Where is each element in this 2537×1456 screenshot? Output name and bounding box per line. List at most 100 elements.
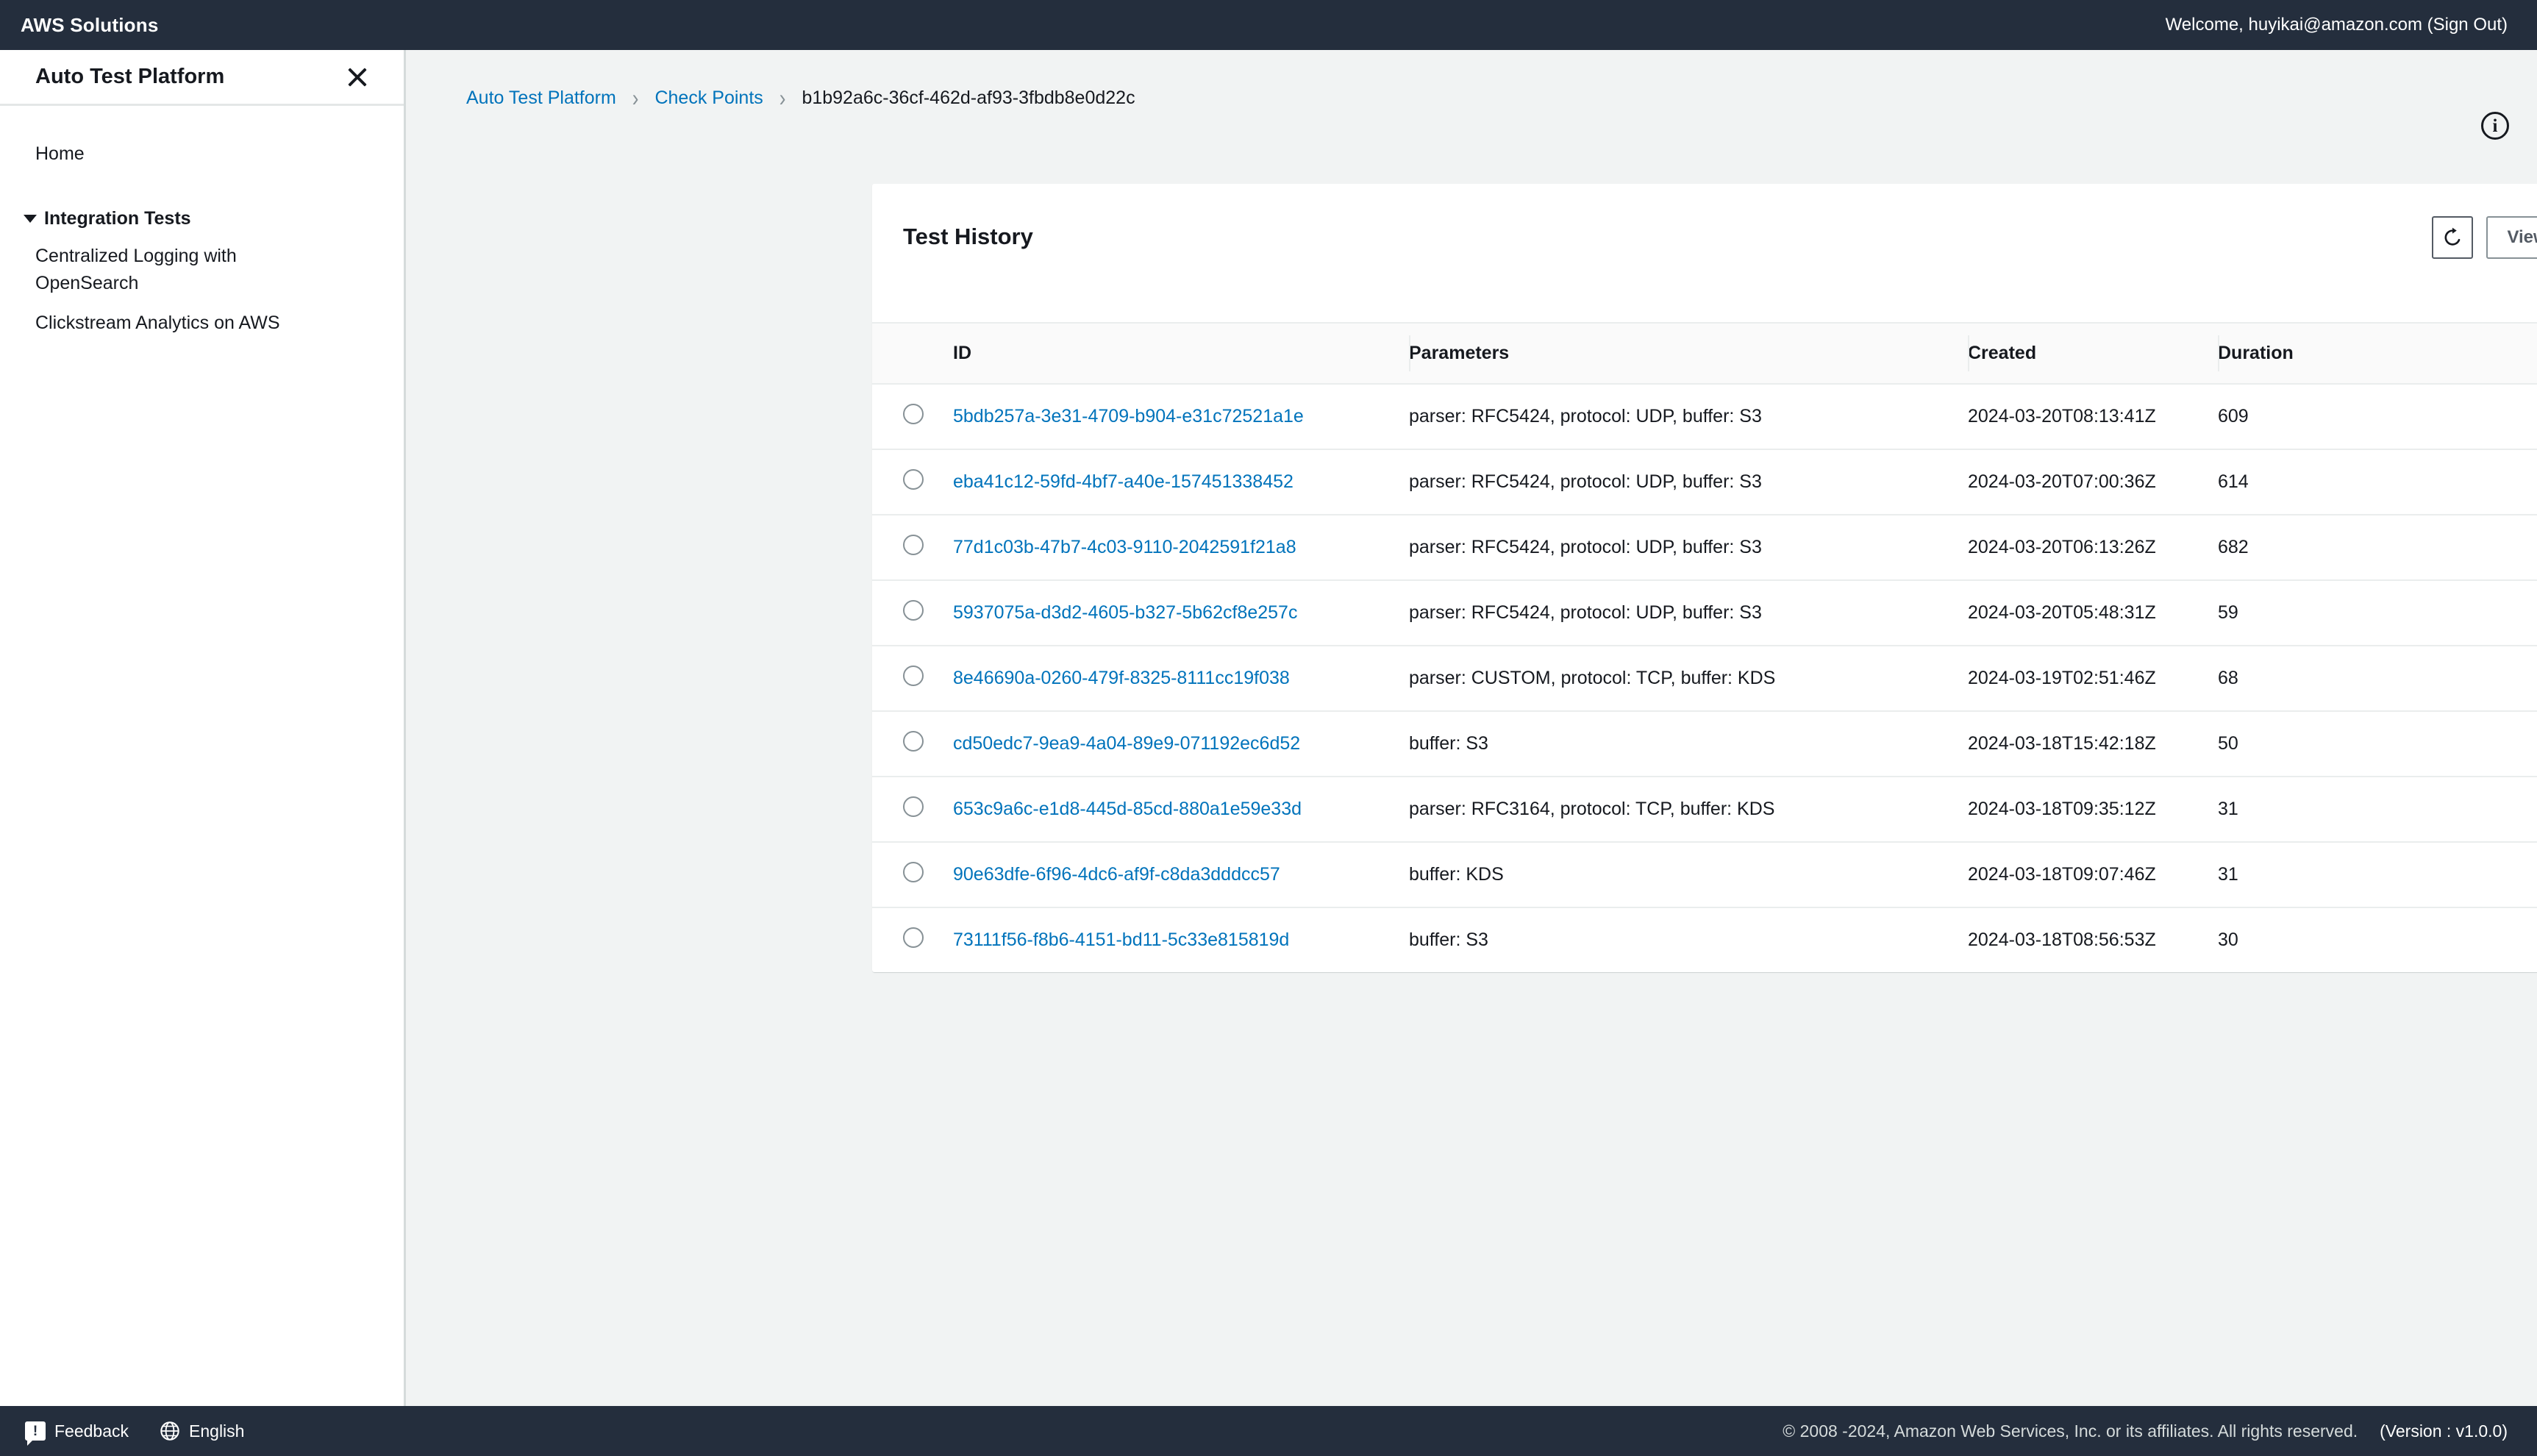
cell-id: eba41c12-59fd-4bf7-a40e-157451338452 <box>953 449 1409 515</box>
table-row: 653c9a6c-e1d8-445d-85cd-880a1e59e33d pars… <box>872 777 2537 843</box>
cell-id: 90e63dfe-6f96-4dc6-af9f-c8da3dddcc57 <box>953 842 1409 908</box>
test-id-link[interactable]: 90e63dfe-6f96-4dc6-af9f-c8da3dddcc57 <box>953 864 1280 885</box>
refresh-button[interactable] <box>2432 216 2474 259</box>
cell-id: 77d1c03b-47b7-4c03-9110-2042591f21a8 <box>953 515 1409 581</box>
cell-created: 2024-03-20T05:48:31Z <box>1968 580 2218 646</box>
feedback-label: Feedback <box>54 1421 129 1441</box>
row-radio-button[interactable] <box>903 404 924 424</box>
language-label: English <box>189 1421 245 1441</box>
welcome-user-signout[interactable]: Welcome, huyikai@amazon.com (Sign Out) <box>2166 15 2508 35</box>
cell-id: 5937075a-d3d2-4605-b327-5b62cf8e257c <box>953 580 1409 646</box>
test-id-link[interactable]: 5937075a-d3d2-4605-b327-5b62cf8e257c <box>953 602 1297 623</box>
cell-duration: 609 <box>2218 384 2537 450</box>
table-header: ID Parameters Created Duration Status <box>872 322 2537 385</box>
test-id-link[interactable]: 73111f56-f8b6-4151-bd11-5c33e815819d <box>953 929 1289 950</box>
view-details-button[interactable]: View details <box>2486 216 2537 259</box>
main-content: Auto Test Platform › Check Points › b1b9… <box>406 50 2537 1406</box>
cell-id: 8e46690a-0260-479f-8325-8111cc19f038 <box>953 646 1409 712</box>
cell-parameters: parser: CUSTOM, protocol: TCP, buffer: K… <box>1409 646 1968 712</box>
cell-created: 2024-03-18T09:07:46Z <box>1968 842 2218 908</box>
row-select-cell <box>872 384 953 450</box>
footer-right: © 2008 -2024, Amazon Web Services, Inc. … <box>1783 1421 2508 1441</box>
version-text: (Version : v1.0.0) <box>2380 1421 2508 1441</box>
row-select-cell <box>872 842 953 908</box>
test-id-link[interactable]: 5bdb257a-3e31-4709-b904-e31c72521a1e <box>953 406 1304 427</box>
row-radio-button[interactable] <box>903 862 924 882</box>
page-title: Test History <box>903 224 1033 249</box>
table-row: 8e46690a-0260-479f-8325-8111cc19f038 pars… <box>872 646 2537 712</box>
language-selector[interactable]: English <box>160 1421 244 1441</box>
table-row: 73111f56-f8b6-4151-bd11-5c33e815819d buff… <box>872 907 2537 972</box>
sidebar-title: Auto Test Platform <box>35 65 225 88</box>
row-radio-button[interactable] <box>903 469 924 490</box>
sidebar-header: Auto Test Platform <box>0 50 404 106</box>
test-id-link[interactable]: eba41c12-59fd-4bf7-a40e-157451338452 <box>953 471 1294 492</box>
body-row: Auto Test Platform Home Integration Test… <box>0 50 2537 1406</box>
cell-id: 5bdb257a-3e31-4709-b904-e31c72521a1e <box>953 384 1409 450</box>
test-id-link[interactable]: 77d1c03b-47b7-4c03-9110-2042591f21a8 <box>953 537 1296 557</box>
row-select-cell <box>872 580 953 646</box>
row-radio-button[interactable] <box>903 665 924 686</box>
feedback-icon: ! <box>25 1421 46 1446</box>
refresh-icon <box>2444 227 2461 246</box>
row-radio-button[interactable] <box>903 796 924 817</box>
cell-id: 653c9a6c-e1d8-445d-85cd-880a1e59e33d <box>953 777 1409 843</box>
test-history-table: ID Parameters Created Duration Status 5b… <box>872 322 2537 972</box>
chevron-down-icon <box>24 215 37 224</box>
cell-parameters: parser: RFC5424, protocol: UDP, buffer: … <box>1409 515 1968 581</box>
cell-created: 2024-03-20T06:13:26Z <box>1968 515 2218 581</box>
row-radio-button[interactable] <box>903 600 924 621</box>
info-icon[interactable]: i <box>2481 112 2509 140</box>
cell-duration: 68 <box>2218 646 2537 712</box>
sidebar-nav: Home Integration Tests Centralized Loggi… <box>0 106 404 343</box>
breadcrumb-item-check-points[interactable]: Check Points <box>654 88 763 109</box>
close-icon[interactable] <box>345 65 370 90</box>
row-select-cell <box>872 515 953 581</box>
card-header: Test History View details Retry Test <box>872 184 2537 259</box>
cell-parameters: buffer: S3 <box>1409 929 1488 950</box>
top-header-bar: AWS Solutions Welcome, huyikai@amazon.co… <box>0 0 2537 50</box>
cell-parameters: parser: RFC5424, protocol: UDP, buffer: … <box>1409 580 1968 646</box>
table-row: eba41c12-59fd-4bf7-a40e-157451338452 pars… <box>872 449 2537 515</box>
row-radio-button[interactable] <box>903 731 924 752</box>
sidebar-group-integration-tests[interactable]: Integration Tests <box>0 201 404 236</box>
cell-duration: 50 <box>2218 711 2537 777</box>
footer-bar: ! Feedback English © 2008 -2024, Amazon … <box>0 1406 2537 1456</box>
cell-duration: 31 <box>2218 842 2537 908</box>
test-history-card: Test History View details Retry Test <box>872 184 2537 972</box>
row-radio-button[interactable] <box>903 535 924 555</box>
cell-parameters: parser: RFC5424, protocol: UDP, buffer: … <box>1409 449 1968 515</box>
sidebar-item-centralized-logging[interactable]: Centralized Logging with OpenSearch <box>0 236 316 303</box>
copyright-text: © 2008 -2024, Amazon Web Services, Inc. … <box>1783 1421 2358 1441</box>
column-created: Created <box>1968 322 2218 385</box>
test-id-link[interactable]: cd50edc7-9ea9-4a04-89e9-071192ec6d52 <box>953 733 1300 754</box>
breadcrumb: Auto Test Platform › Check Points › b1b9… <box>406 50 2537 112</box>
cell-parameters: parser: RFC5424, protocol: UDP, buffer: … <box>1409 384 1968 450</box>
sidebar: Auto Test Platform Home Integration Test… <box>0 50 406 1406</box>
test-id-link[interactable]: 8e46690a-0260-479f-8325-8111cc19f038 <box>953 668 1290 688</box>
app-root: AWS Solutions Welcome, huyikai@amazon.co… <box>0 0 2537 1456</box>
cell-parameters: buffer: KDS <box>1409 842 1968 908</box>
info-icon-glyph: i <box>2481 112 2509 140</box>
cell-duration: 682 <box>2218 515 2537 581</box>
feedback-button[interactable]: ! Feedback <box>25 1421 129 1446</box>
globe-icon <box>160 1421 179 1441</box>
row-radio-button[interactable] <box>903 927 924 948</box>
sidebar-item-home[interactable]: Home <box>0 134 404 174</box>
table-row: 5937075a-d3d2-4605-b327-5b62cf8e257c pars… <box>872 580 2537 646</box>
cell-duration: 614 <box>2218 449 2537 515</box>
row-select-cell <box>872 711 953 777</box>
sidebar-group-label: Integration Tests <box>44 208 191 229</box>
cell-id: cd50edc7-9ea9-4a04-89e9-071192ec6d52 <box>953 711 1409 777</box>
pagination: ‹ 1 › <box>872 259 2537 309</box>
sidebar-item-clickstream-analytics[interactable]: Clickstream Analytics on AWS <box>0 303 316 343</box>
table-row: 90e63dfe-6f96-4dc6-af9f-c8da3dddcc57 buff… <box>872 842 2537 908</box>
test-id-link[interactable]: 653c9a6c-e1d8-445d-85cd-880a1e59e33d <box>953 799 1302 819</box>
cell-created: 2024-03-19T02:51:46Z <box>1968 646 2218 712</box>
footer-left: ! Feedback English <box>25 1421 244 1446</box>
cell-created: 2024-03-20T07:00:36Z <box>1968 449 2218 515</box>
breadcrumb-item-auto-test-platform[interactable]: Auto Test Platform <box>466 88 616 109</box>
table-body: 5bdb257a-3e31-4709-b904-e31c72521a1e pars… <box>872 384 2537 972</box>
column-select <box>872 322 953 385</box>
cell-duration: 30 <box>2218 929 2238 950</box>
